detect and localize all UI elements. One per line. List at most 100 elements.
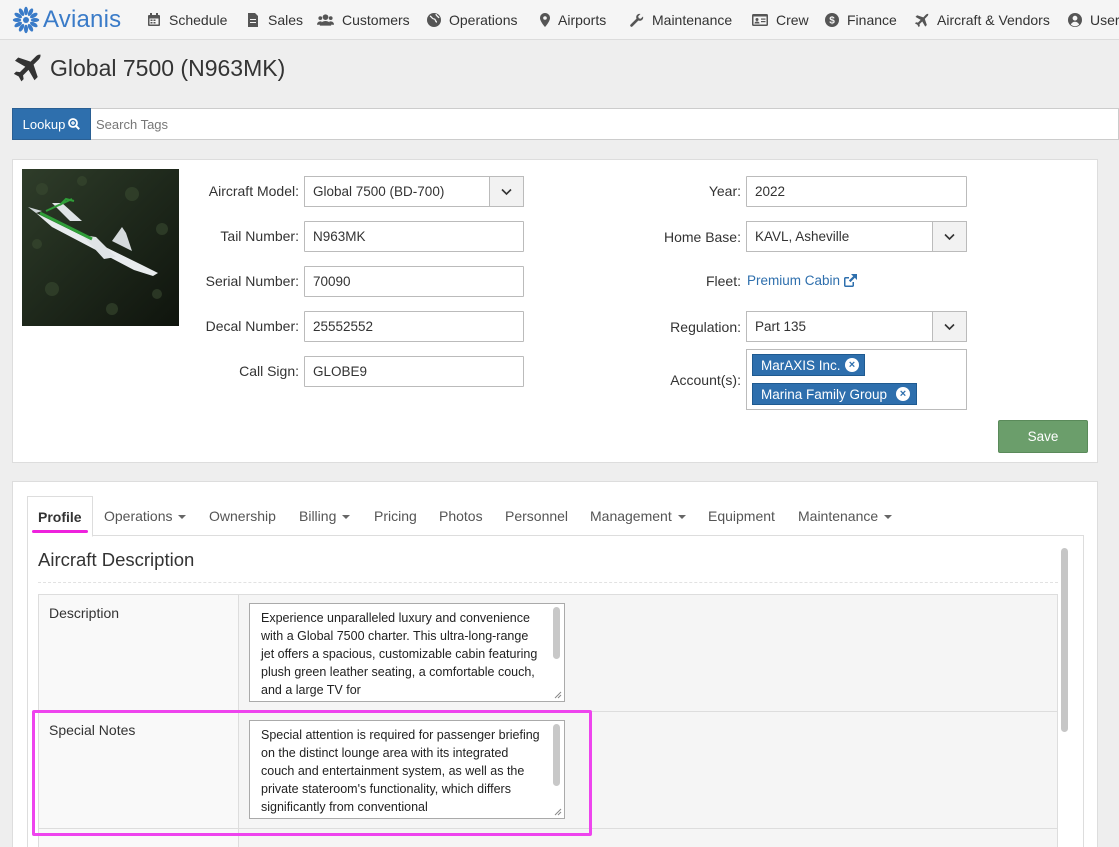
nav-sales-label: Sales	[268, 12, 304, 28]
next-row-label	[39, 829, 239, 847]
nav-airports[interactable]: Airports	[540, 0, 606, 40]
tab-ownership[interactable]: Ownership	[209, 496, 276, 536]
regulation-label: Regulation:	[670, 319, 741, 335]
description-textarea[interactable]: Experience unparalleled luxury and conve…	[249, 603, 565, 702]
tab-personnel[interactable]: Personnel	[505, 496, 568, 536]
home-base-select[interactable]: KAVL, Asheville	[746, 221, 967, 252]
nav-finance[interactable]: $ Finance	[825, 0, 897, 40]
user-circle-icon	[1068, 13, 1082, 27]
wrench-icon	[630, 13, 644, 27]
nav-sales[interactable]: Sales	[246, 0, 303, 40]
fleet-link-label: Premium Cabin	[747, 273, 841, 288]
save-button[interactable]: Save	[998, 420, 1088, 453]
caret-down-icon	[884, 515, 893, 519]
lookup-button-label: Lookup	[22, 116, 66, 132]
account-tag-label: MarAXIS Inc.	[761, 357, 841, 373]
tab-profile[interactable]: Profile	[27, 496, 93, 537]
document-dollar-icon	[248, 13, 258, 27]
page-header: Global 7500 (N963MK)	[12, 52, 285, 84]
tab-equipment[interactable]: Equipment	[708, 496, 775, 536]
nav-customers-label: Customers	[342, 12, 410, 28]
lookup-button[interactable]: Lookup	[12, 108, 91, 140]
textarea-scrollbar[interactable]	[553, 724, 560, 786]
tab-operations-label: Operations	[104, 508, 173, 524]
description-text: Experience unparalleled luxury and conve…	[261, 611, 538, 697]
tab-pricing-label: Pricing	[374, 508, 417, 524]
nav-operations-label: Operations	[449, 12, 518, 28]
nav-maintenance[interactable]: Maintenance	[630, 0, 732, 40]
nav-airports-label: Airports	[558, 12, 607, 28]
tab-operations[interactable]: Operations	[104, 496, 187, 536]
aircraft-model-select[interactable]: Global 7500 (BD-700)	[304, 176, 524, 207]
tab-photos[interactable]: Photos	[439, 496, 483, 536]
caret-down-icon	[677, 515, 686, 519]
tab-personnel-label: Personnel	[505, 508, 569, 524]
id-card-icon	[752, 14, 768, 26]
brand-name: Avianis	[43, 6, 122, 33]
tab-management-label: Management	[590, 508, 672, 524]
svg-text:$: $	[829, 16, 835, 27]
aircraft-model-label: Aircraft Model:	[208, 183, 299, 199]
tag-search-bar: Lookup	[12, 108, 1119, 140]
special-notes-textarea[interactable]: Special attention is required for passen…	[249, 720, 565, 819]
nav-customers[interactable]: Customers	[317, 0, 410, 40]
fleet-link[interactable]: Premium Cabin	[747, 273, 858, 288]
content-scrollbar[interactable]	[1060, 548, 1069, 732]
year-input[interactable]: 2022	[746, 176, 967, 207]
special-notes-value-cell: Special attention is required for passen…	[239, 712, 1057, 828]
remove-tag-icon[interactable]: ×	[896, 387, 910, 401]
external-link-icon	[844, 274, 858, 287]
avianis-logo[interactable]: Avianis	[12, 6, 121, 34]
nav-schedule-label: Schedule	[169, 12, 228, 28]
account-tag: MarAXIS Inc. ×	[752, 354, 865, 376]
nav-finance-label: Finance	[847, 12, 897, 28]
resize-grip-icon[interactable]	[552, 806, 562, 816]
plane-icon	[13, 54, 42, 82]
nav-operations[interactable]: Operations	[427, 0, 517, 40]
nav-user[interactable]: User	[1068, 0, 1119, 40]
tab-pricing[interactable]: Pricing	[374, 496, 417, 536]
textarea-scrollbar[interactable]	[553, 607, 560, 659]
calendar-icon	[148, 13, 160, 26]
nav-user-label: User	[1090, 12, 1119, 28]
special-notes-text: Special attention is required for passen…	[261, 728, 540, 814]
tail-number-label: Tail Number:	[220, 228, 299, 244]
call-sign-label: Call Sign:	[239, 363, 299, 379]
decal-number-label: Decal Number:	[205, 318, 299, 334]
resize-grip-icon[interactable]	[552, 689, 562, 699]
accounts-multiselect[interactable]: MarAXIS Inc. × Marina Family Group ×	[746, 349, 967, 410]
chevron-down-icon[interactable]	[932, 222, 966, 251]
plane-icon	[914, 13, 929, 27]
nav-maintenance-label: Maintenance	[652, 12, 733, 28]
nav-schedule[interactable]: Schedule	[147, 0, 227, 40]
tab-maintenance[interactable]: Maintenance	[798, 496, 893, 536]
chevron-down-icon[interactable]	[932, 312, 966, 341]
tab-bar: Profile Operations Ownership Billing Pri…	[27, 496, 1084, 537]
tab-management[interactable]: Management	[590, 496, 686, 536]
nav-crew[interactable]: Crew	[752, 0, 809, 40]
content-scrollbar-thumb[interactable]	[1061, 548, 1068, 732]
tab-billing[interactable]: Billing	[299, 496, 351, 536]
tab-ownership-label: Ownership	[209, 508, 276, 524]
aircraft-model-value: Global 7500 (BD-700)	[313, 184, 445, 199]
account-tag-label: Marina Family Group	[761, 386, 888, 402]
top-nav: Avianis Schedule Sales Customers Operati…	[0, 0, 1119, 40]
nav-aircraft-vendors-label: Aircraft & Vendors	[937, 12, 1050, 28]
call-sign-input[interactable]: GLOBE9	[304, 356, 524, 387]
search-plus-icon	[68, 118, 81, 130]
tail-number-input[interactable]: N963MK	[304, 221, 524, 252]
remove-tag-icon[interactable]: ×	[845, 358, 859, 372]
decal-number-input[interactable]: 25552552	[304, 311, 524, 342]
chevron-down-icon[interactable]	[489, 177, 523, 206]
search-tags-input[interactable]	[91, 109, 1111, 139]
regulation-select[interactable]: Part 135	[746, 311, 967, 342]
caret-down-icon	[178, 515, 187, 519]
regulation-value: Part 135	[755, 319, 807, 334]
nav-aircraft-vendors[interactable]: Aircraft & Vendors	[914, 0, 1050, 40]
page-title: Global 7500 (N963MK)	[50, 54, 286, 81]
description-row: Description Experience unparalleled luxu…	[38, 594, 1058, 712]
description-label: Description	[39, 595, 239, 711]
special-notes-row: Special Notes Special attention is requi…	[38, 711, 1058, 829]
serial-number-input[interactable]: 70090	[304, 266, 524, 297]
description-value-cell: Experience unparalleled luxury and conve…	[239, 595, 1057, 711]
